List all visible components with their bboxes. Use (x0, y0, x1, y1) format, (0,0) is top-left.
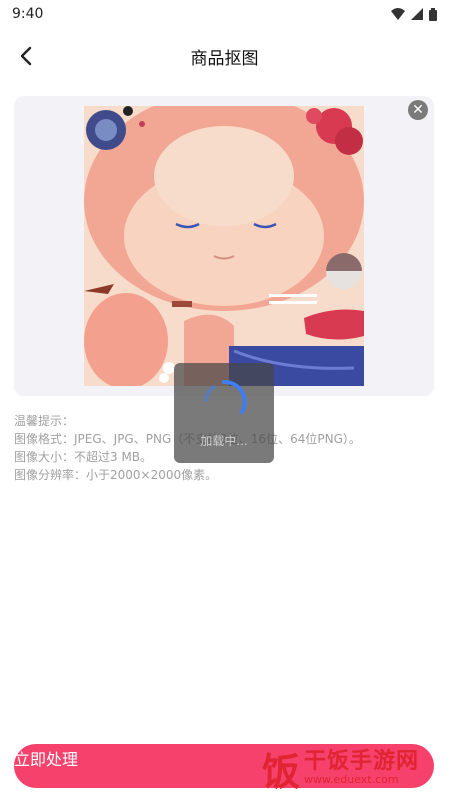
chevron-left-icon (20, 46, 32, 66)
watermark-title: 干饭手游网 (304, 748, 420, 774)
uploaded-image (84, 106, 364, 386)
uploaded-image-artwork (84, 106, 364, 386)
close-image-button[interactable]: ✕ (408, 100, 428, 120)
image-preview-card: ✕ (14, 96, 434, 396)
tips-resolution: 图像分辨率：小于2000×2000像素。 (14, 468, 218, 482)
loading-text: 加载中... (200, 433, 248, 448)
loading-spinner-icon (204, 379, 247, 414)
battery-icon (429, 7, 437, 21)
status-time: 9:40 (12, 6, 44, 22)
loading-overlay: 加载中... (174, 363, 274, 463)
watermark-text: 干饭手游网 www.eduext.com (304, 748, 420, 787)
watermark-url: www.eduext.com (304, 773, 399, 787)
watermark-logo: 饭 (261, 749, 300, 794)
back-button[interactable] (10, 40, 42, 72)
app-header: 商品抠图 (0, 30, 449, 82)
close-icon: ✕ (412, 102, 424, 118)
wifi-icon (391, 8, 405, 20)
page-title: 商品抠图 (190, 48, 259, 69)
process-now-button[interactable]: 立即处理 (14, 746, 78, 770)
signal-icon (411, 8, 423, 20)
watermark: 饭 干饭手游网 www.eduext.com (258, 742, 438, 794)
status-icons (391, 7, 437, 21)
status-bar: 9:40 (0, 0, 449, 28)
